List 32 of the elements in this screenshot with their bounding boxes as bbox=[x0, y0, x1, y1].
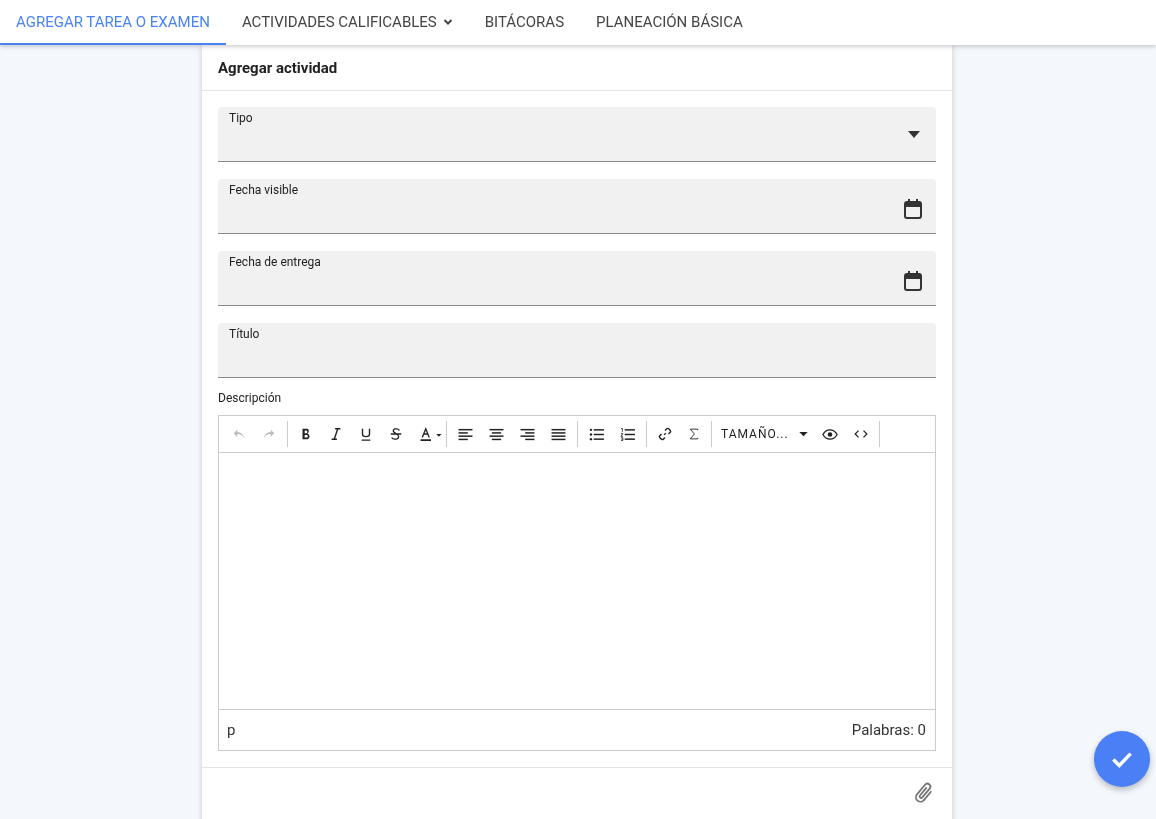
calendar-icon bbox=[904, 199, 922, 219]
numbered-list-icon[interactable] bbox=[620, 427, 635, 441]
bulleted-list-icon[interactable] bbox=[589, 427, 604, 441]
element-path: p bbox=[227, 721, 236, 739]
justify-icon[interactable] bbox=[551, 427, 566, 441]
code-icon[interactable] bbox=[853, 429, 868, 439]
input-field[interactable]: Tipo bbox=[218, 107, 936, 162]
sigma-icon[interactable] bbox=[688, 428, 700, 440]
underline-icon[interactable] bbox=[359, 427, 373, 441]
nav-tab[interactable]: AGREGAR TAREA O EXAMEN bbox=[0, 0, 226, 45]
caret-icon bbox=[798, 431, 808, 437]
font-size-dropdown[interactable]: TAMAÑO... bbox=[715, 427, 814, 441]
align-left-icon[interactable] bbox=[458, 427, 473, 441]
align-center-icon[interactable] bbox=[489, 427, 504, 441]
link-icon[interactable] bbox=[658, 427, 672, 441]
align-right-icon[interactable] bbox=[520, 427, 535, 441]
calendar-icon bbox=[904, 271, 922, 291]
card-title: Agregar actividad bbox=[218, 58, 338, 77]
input-field[interactable]: Título bbox=[218, 323, 936, 378]
confirm-button[interactable] bbox=[1094, 731, 1150, 787]
nav-tab[interactable]: PLANEACIÓN BÁSICA bbox=[580, 0, 759, 45]
nav-tab[interactable]: ACTIVIDADES CALIFICABLES bbox=[225, 0, 469, 45]
text-color-icon[interactable] bbox=[419, 427, 443, 441]
eye-icon[interactable] bbox=[821, 428, 838, 440]
dropdown-caret-icon bbox=[908, 131, 920, 138]
input-field[interactable]: Fecha de entrega bbox=[218, 251, 936, 306]
field-label: Descripción bbox=[218, 391, 283, 405]
word-count: Palabras: 0 bbox=[851, 721, 926, 739]
italic-icon[interactable] bbox=[329, 427, 343, 441]
strikethrough-icon[interactable] bbox=[389, 427, 403, 441]
nav-tab[interactable]: BITÁCORAS bbox=[468, 0, 581, 45]
input-field[interactable]: Fecha visible bbox=[218, 179, 936, 234]
